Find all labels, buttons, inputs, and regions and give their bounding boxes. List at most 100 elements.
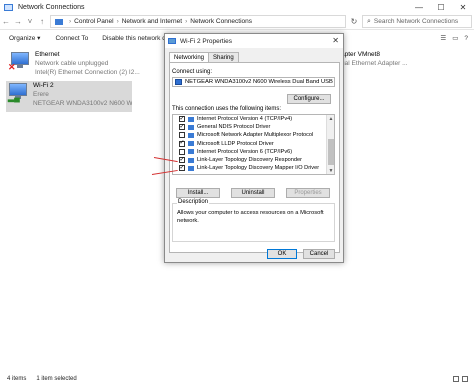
description-group: Description Allows your computer to acce… <box>172 199 335 242</box>
search-box[interactable]: ⌕ Search Network Connections <box>362 15 472 28</box>
description-text: Allows your computer to access resources… <box>177 210 324 224</box>
connect-to-button[interactable]: Connect To <box>55 35 88 42</box>
component-label: Microsoft LLDP Protocol Driver <box>197 140 274 147</box>
component-checkbox[interactable] <box>179 148 185 155</box>
control-panel-icon <box>55 18 63 25</box>
breadcrumb-network-internet[interactable]: Network and Internet <box>122 18 182 25</box>
adapter-name-field: NETGEAR WNDA3100v2 N600 Wireless Dual Ba… <box>172 77 335 87</box>
items-count: 4 items <box>7 376 27 382</box>
components-list: ✓ Internet Protocol Version 4 (TCP/IPv4)… <box>172 114 335 175</box>
disconnected-x-icon: ✕ <box>8 62 16 72</box>
component-label: Link-Layer Topology Discovery Responder <box>197 157 302 164</box>
title-bar: Network Connections — ☐ ✕ <box>0 0 474 14</box>
selection-count: 1 item selected <box>36 376 77 382</box>
scroll-thumb[interactable] <box>328 139 334 165</box>
connection-device: NETGEAR WNDA3100v2 N600 Wireless... <box>33 100 132 107</box>
protocol-icon <box>188 157 194 163</box>
close-button[interactable]: ✕ <box>452 0 474 14</box>
connect-using-label: Connect using: <box>172 69 213 75</box>
component-label: Internet Protocol Version 6 (TCP/IPv6) <box>197 148 293 155</box>
list-item[interactable]: ✓ Link-Layer Topology Discovery Responde… <box>173 156 334 164</box>
component-checkbox[interactable]: ✓ <box>179 157 185 164</box>
dialog-close-icon[interactable]: ✕ <box>332 36 339 45</box>
preview-pane-icon[interactable]: ▭ <box>452 34 458 42</box>
list-scrollbar[interactable]: ▲ ▼ <box>326 115 334 174</box>
breadcrumb-network-connections[interactable]: Network Connections <box>190 18 252 25</box>
connection-device: Intel(R) Ethernet Connection (2) I2... <box>35 69 140 76</box>
component-checkbox[interactable]: ✓ <box>179 124 185 131</box>
maximize-button[interactable]: ☐ <box>430 0 452 14</box>
change-view-icon[interactable]: ☰ <box>440 34 446 42</box>
tab-sharing[interactable]: Sharing <box>208 52 239 62</box>
connection-name: Wi-Fi 2 <box>33 82 54 89</box>
configure-button[interactable]: Configure... <box>287 94 331 104</box>
status-bar: 4 items 1 item selected <box>0 374 474 384</box>
refresh-icon[interactable]: ↻ <box>348 15 360 28</box>
dialog-title-bar: Wi-Fi 2 Properties ✕ <box>165 34 343 48</box>
description-label: Description <box>177 199 210 205</box>
cancel-button[interactable]: Cancel <box>303 249 335 259</box>
list-item[interactable]: ✓ Internet Protocol Version 4 (TCP/IPv4) <box>173 115 334 123</box>
component-label: Link-Layer Topology Discovery Mapper I/O… <box>197 165 320 172</box>
component-label: Microsoft Network Adapter Multiplexor Pr… <box>197 132 314 139</box>
scroll-down-icon[interactable]: ▼ <box>327 167 334 174</box>
organize-menu[interactable]: Organize ▾ <box>9 34 40 42</box>
protocol-icon <box>188 132 194 138</box>
wifi-icon <box>168 38 176 44</box>
list-item[interactable]: ✓ General NDIS Protocol Driver <box>173 123 334 131</box>
protocol-icon <box>188 149 194 155</box>
search-icon: ⌕ <box>367 17 371 25</box>
list-item[interactable]: Microsoft Network Adapter Multiplexor Pr… <box>173 131 334 139</box>
up-arrow-icon[interactable]: ↑ <box>36 15 48 29</box>
minimize-button[interactable]: — <box>408 0 430 14</box>
protocol-icon <box>188 116 194 122</box>
view-controls: ☰ ▭ ? <box>440 31 468 45</box>
search-placeholder: Search Network Connections <box>373 18 459 25</box>
address-bar[interactable]: › Control Panel › Network and Internet ›… <box>50 15 346 28</box>
dialog-tabs: Networking Sharing <box>169 52 239 63</box>
ok-button[interactable]: OK <box>267 249 297 259</box>
help-icon[interactable]: ? <box>464 35 468 42</box>
view-toggle <box>453 374 468 384</box>
component-label: Internet Protocol Version 4 (TCP/IPv4) <box>197 116 293 123</box>
component-label: General NDIS Protocol Driver <box>197 124 271 131</box>
properties-button[interactable]: Properties <box>286 188 330 198</box>
list-item[interactable]: ✓ Microsoft LLDP Protocol Driver <box>173 140 334 148</box>
protocol-icon <box>188 124 194 130</box>
component-checkbox[interactable] <box>179 132 185 139</box>
window-controls: — ☐ ✕ <box>408 0 474 14</box>
protocol-icon <box>188 141 194 147</box>
connection-name: apter VMnet8 <box>341 51 381 58</box>
connection-wifi-2[interactable]: ▂▄ Wi-Fi 2 Erere NETGEAR WNDA3100v2 N600… <box>6 81 132 112</box>
wifi-adapter-icon: ▂▄ <box>6 81 30 103</box>
network-adapter-icon <box>175 79 182 85</box>
scroll-up-icon[interactable]: ▲ <box>327 115 334 122</box>
list-item[interactable]: Internet Protocol Version 6 (TCP/IPv6) <box>173 148 334 156</box>
uses-items-label: This connection uses the following items… <box>172 106 282 112</box>
uninstall-button[interactable]: Uninstall <box>231 188 275 198</box>
breadcrumb-control-panel[interactable]: Control Panel <box>74 18 113 25</box>
recent-chevron-icon[interactable]: ˅ <box>24 15 36 29</box>
dialog-title: Wi-Fi 2 Properties <box>180 37 233 45</box>
connection-ethernet[interactable]: ✕ Ethernet Network cable unplugged Intel… <box>8 50 158 80</box>
details-view-icon[interactable] <box>453 376 459 382</box>
connection-device: ual Ethernet Adapter ... <box>341 60 408 67</box>
connection-status: Network cable unplugged <box>35 60 109 67</box>
component-checkbox[interactable]: ✓ <box>179 140 185 147</box>
forward-arrow-icon[interactable]: → <box>12 15 24 29</box>
breadcrumb-separator: › <box>185 18 188 25</box>
list-item[interactable]: ✓ Link-Layer Topology Discovery Mapper I… <box>173 164 334 172</box>
install-button[interactable]: Install... <box>176 188 220 198</box>
component-checkbox[interactable]: ✓ <box>179 165 185 172</box>
adapter-name: NETGEAR WNDA3100v2 N600 Wireless Dual Ba… <box>185 79 333 85</box>
connection-status: Erere <box>33 91 49 98</box>
component-checkbox[interactable]: ✓ <box>179 116 185 123</box>
breadcrumb-separator: › <box>69 18 72 25</box>
address-toolbar: ← → ˅ ↑ › Control Panel › Network and In… <box>0 14 474 30</box>
connection-name: Ethernet <box>35 51 60 58</box>
signal-bars-icon: ▂▄ <box>8 93 20 102</box>
large-icons-view-icon[interactable] <box>462 376 468 382</box>
ethernet-adapter-icon: ✕ <box>8 50 32 72</box>
back-arrow-icon[interactable]: ← <box>0 15 12 29</box>
breadcrumb-separator: › <box>116 18 119 25</box>
